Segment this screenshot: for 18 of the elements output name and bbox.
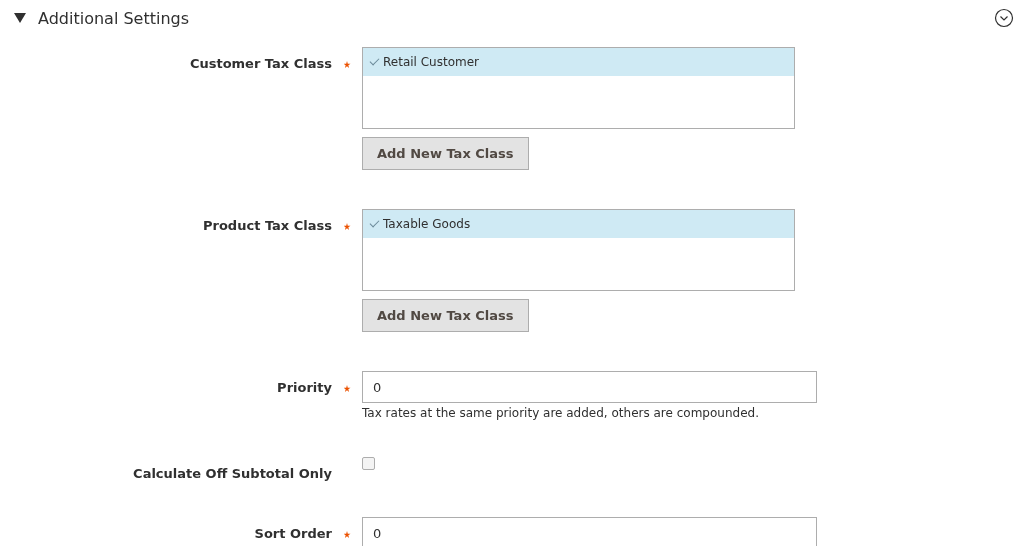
multiselect-list[interactable]: Taxable Goods (362, 209, 795, 291)
add-tax-class-button[interactable]: Add New Tax Class (362, 299, 529, 332)
field-label: Calculate Off Subtotal Only (132, 465, 332, 481)
multiselect-list[interactable]: Retail Customer (362, 47, 795, 129)
section-title[interactable]: Additional Settings (38, 8, 994, 28)
checkbox[interactable] (362, 457, 375, 470)
field-note: Tax rates at the same priority are added, others are compounded. (362, 406, 760, 420)
collapse-triangle-icon[interactable] (14, 13, 26, 23)
field-label: Priority (276, 379, 332, 397)
field-label: Customer Tax Class (188, 55, 332, 73)
list-option[interactable]: Taxable Goods (363, 210, 794, 238)
input-field[interactable]: 0 (362, 371, 817, 403)
add-tax-class-button[interactable]: Add New Tax Class (362, 137, 529, 170)
collapse-icon[interactable] (994, 8, 1014, 28)
field-label: Product Tax Class (202, 217, 332, 235)
input-field[interactable]: 0 (362, 517, 817, 546)
field-label: Sort Order (253, 525, 332, 543)
list-option[interactable]: Retail Customer (363, 48, 794, 76)
